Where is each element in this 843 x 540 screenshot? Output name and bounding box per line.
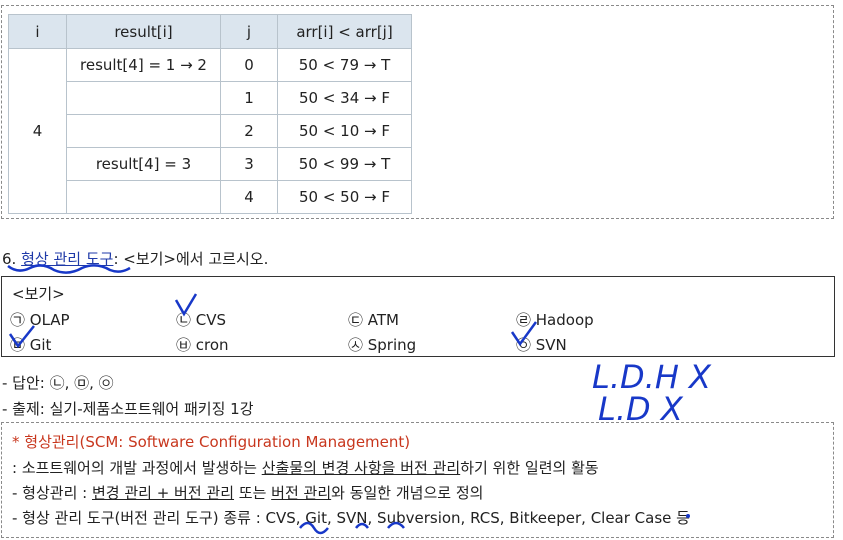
source-line: - 출제: 실기-제품소프트웨어 패키징 1강 [2, 400, 254, 418]
option-olap: ㉠ OLAP [10, 311, 70, 329]
header-result: result[i] [66, 14, 221, 49]
notes-line-2-c: 또는 [234, 484, 272, 502]
loop-trace-table: i result[i] j arr[i] < arr[j] 4 result[4… [8, 14, 412, 214]
option-spring: ㉦ Spring [348, 336, 417, 354]
table-row: 4 50 < 50 → F [9, 180, 412, 214]
question-number: 6. [2, 250, 17, 268]
header-i: i [8, 14, 67, 49]
cell-compare: 50 < 34 → F [277, 81, 412, 115]
question-text: : <보기>에서 고르시오. [113, 250, 269, 268]
notes-line-2-d: 버전 관리 [271, 484, 332, 502]
cell-compare: 50 < 10 → F [277, 114, 412, 148]
question-line: 6. 형상 관리 도구: <보기>에서 고르시오. [2, 248, 268, 269]
handwritten-note-1: L.D.H X [592, 358, 712, 396]
table-row: 2 50 < 10 → F [9, 114, 412, 148]
notes-line-1-a: : 소프트웨어의 개발 과정에서 발생하는 [12, 459, 262, 477]
header-compare: arr[i] < arr[j] [277, 14, 412, 49]
option-svn: ㉧ SVN [516, 336, 567, 354]
cell-compare: 50 < 99 → T [277, 147, 412, 181]
notes-title: * 형상관리(SCM: Software Configuration Manag… [12, 433, 411, 451]
answer-line: - 답안: ㉡, ㉤, ㉧ [2, 374, 114, 392]
example-box: <보기> ㉠ OLAP ㉡ CVS ㉢ ATM ㉣ Hadoop ㉤ Git ㉥… [1, 276, 835, 357]
cell-compare: 50 < 79 → T [277, 48, 412, 82]
notes-line-2-e: 와 동일한 개념으로 정의 [331, 484, 484, 502]
notes-line-2-a: - 형상관리 : [12, 484, 92, 502]
notes-line-2: - 형상관리 : 변경 관리 + 버전 관리 또는 버전 관리와 동일한 개념으… [12, 482, 483, 503]
option-cron: ㉥ cron [176, 336, 229, 354]
table-header-row: i result[i] j arr[i] < arr[j] [8, 14, 412, 49]
table-row: 1 50 < 34 → F [9, 81, 412, 115]
cell-result [66, 81, 221, 115]
notes-line-3: - 형상 관리 도구(버전 관리 도구) 종류 : CVS, Git, SVN,… [12, 509, 690, 527]
cell-result: result[4] = 3 [66, 147, 221, 181]
cell-result: result[4] = 1 → 2 [66, 48, 221, 82]
option-cvs: ㉡ CVS [176, 311, 227, 329]
cell-j: 2 [220, 114, 278, 148]
example-title: <보기> [12, 285, 65, 303]
table-row: 4 result[4] = 1 → 2 0 50 < 79 → T [8, 48, 412, 214]
cell-j: 4 [220, 180, 278, 214]
cell-result [66, 114, 221, 148]
table-row: result[4] = 3 3 50 < 99 → T [9, 147, 412, 181]
cell-j: 3 [220, 147, 278, 181]
cell-compare: 50 < 50 → F [277, 180, 412, 214]
option-hadoop: ㉣ Hadoop [516, 311, 594, 329]
notes-line-1: : 소프트웨어의 개발 과정에서 발생하는 산출물의 변경 사항을 버전 관리하… [12, 457, 599, 478]
notes-line-1-b: 산출물의 변경 사항을 버전 관리 [261, 459, 461, 477]
cell-result [66, 180, 221, 214]
option-atm: ㉢ ATM [348, 311, 399, 329]
cell-j: 0 [220, 48, 278, 82]
option-git: ㉤ Git [10, 336, 52, 354]
cell-j: 1 [220, 81, 278, 115]
notes-line-2-b: 변경 관리 + 버전 관리 [91, 484, 235, 502]
question-topic: 형상 관리 도구 [21, 250, 114, 268]
cell-i-value: 4 [8, 48, 67, 214]
header-j: j [220, 14, 278, 49]
notes-line-1-c: 하기 위한 일련의 활동 [460, 459, 599, 477]
